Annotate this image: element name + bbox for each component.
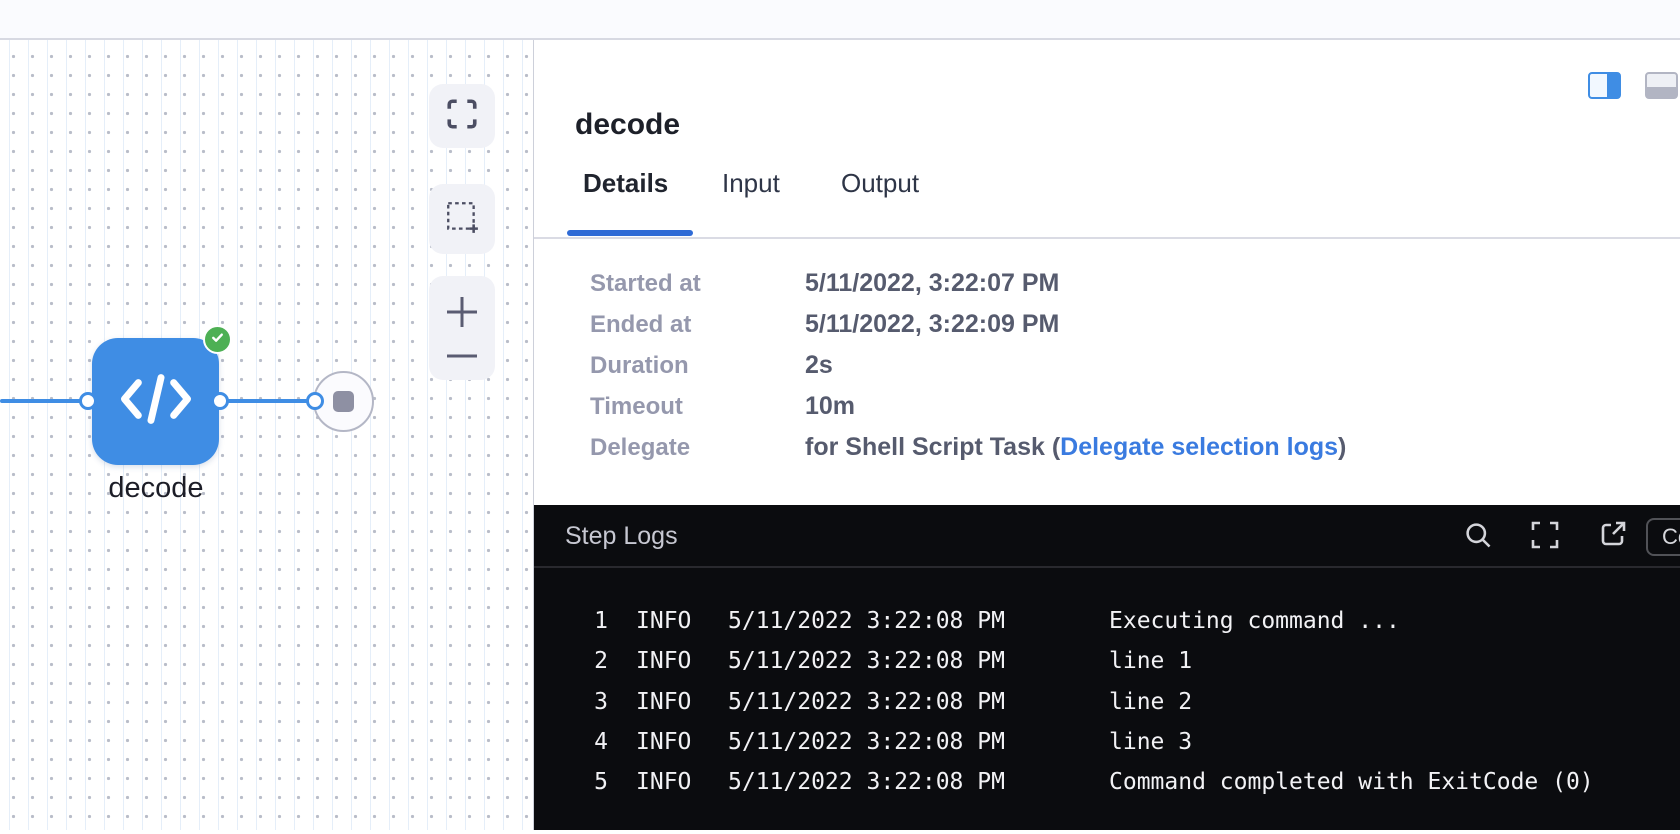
- detail-label: Started at: [590, 270, 805, 298]
- detail-value: 10m: [805, 392, 855, 420]
- step-logs-console: Step Logs: [534, 505, 1680, 830]
- canvas-fullscreen-button[interactable]: [429, 84, 495, 148]
- fullscreen-icon: [445, 97, 479, 136]
- edge-incoming: [0, 399, 84, 403]
- detail-row-delegate: Delegatefor Shell Script Task (Delegate …: [590, 433, 1346, 467]
- edge-outgoing: [227, 399, 315, 403]
- log-timestamp: 5/11/2022 3:22:08 PM: [728, 729, 1005, 755]
- end-node-port: [306, 392, 324, 410]
- active-tab-underline: [567, 230, 693, 236]
- tab-input[interactable]: Input: [722, 168, 780, 199]
- step-details-panel: decode Details Input Output Started at5/…: [534, 40, 1680, 830]
- tabbar-border: [534, 237, 1680, 239]
- tab-details[interactable]: Details: [583, 168, 668, 199]
- log-line: 3 INFO 5/11/2022 3:22:08 PM line 2: [534, 689, 1680, 725]
- tab-output[interactable]: Output: [841, 168, 919, 199]
- console-view-button[interactable]: Co: [1646, 518, 1680, 556]
- log-level: INFO: [636, 769, 691, 795]
- log-line: 5 INFO 5/11/2022 3:22:08 PM Command complet…: [534, 769, 1680, 805]
- log-line-number: 5: [574, 769, 608, 795]
- log-open-new-window-button[interactable]: [1596, 519, 1630, 553]
- log-line-number: 1: [574, 608, 608, 634]
- detail-row-duration: Duration2s: [590, 351, 833, 385]
- log-timestamp: 5/11/2022 3:22:08 PM: [728, 608, 1005, 634]
- log-timestamp: 5/11/2022 3:22:08 PM: [728, 689, 1005, 715]
- node-port-right: [211, 392, 229, 410]
- detail-value: 5/11/2022, 3:22:07 PM: [805, 269, 1059, 297]
- top-bar: [0, 0, 1680, 40]
- log-line: 4 INFO 5/11/2022 3:22:08 PM line 3: [534, 729, 1680, 765]
- code-icon: [117, 370, 195, 433]
- detail-label: Duration: [590, 352, 805, 380]
- detail-label: Timeout: [590, 393, 805, 421]
- log-message: Executing command ...: [1109, 608, 1400, 634]
- step-logs-title: Step Logs: [565, 505, 678, 568]
- log-line: 2 INFO 5/11/2022 3:22:08 PM line 1: [534, 648, 1680, 684]
- check-icon: [209, 329, 226, 351]
- zoom-in-button[interactable]: [443, 293, 481, 331]
- log-line-number: 4: [574, 729, 608, 755]
- log-line: 1 INFO 5/11/2022 3:22:08 PM Executing comma…: [534, 608, 1680, 644]
- open-in-new-icon: [1597, 518, 1629, 555]
- stop-icon: [333, 391, 354, 412]
- split-right-icon[interactable]: [1588, 72, 1621, 99]
- split-bottom-icon[interactable]: [1645, 72, 1678, 99]
- log-message: Command completed with ExitCode (0): [1109, 769, 1594, 795]
- delegate-value-prefix: for Shell Script Task (: [805, 433, 1060, 461]
- log-message: line 1: [1109, 648, 1192, 674]
- detail-value: 5/11/2022, 3:22:09 PM: [805, 310, 1059, 338]
- log-line-number: 3: [574, 689, 608, 715]
- zoom-controls: [429, 276, 495, 380]
- detail-row-ended-at: Ended at5/11/2022, 3:22:09 PM: [590, 310, 1059, 344]
- log-expand-button[interactable]: [1528, 520, 1562, 554]
- detail-label: Ended at: [590, 311, 805, 339]
- log-search-button[interactable]: [1462, 521, 1494, 553]
- detail-label: Delegate: [590, 434, 805, 462]
- pipeline-canvas[interactable]: decode: [0, 40, 533, 830]
- expand-icon: [1529, 519, 1561, 556]
- canvas-marquee-select-button[interactable]: [429, 184, 495, 254]
- success-badge: [203, 325, 232, 354]
- log-level: INFO: [636, 608, 691, 634]
- step-node-decode[interactable]: [92, 338, 219, 465]
- detail-value: 2s: [805, 351, 833, 379]
- delegate-selection-logs-link[interactable]: Delegate selection logs: [1060, 433, 1338, 461]
- log-timestamp: 5/11/2022 3:22:08 PM: [728, 648, 1005, 674]
- marquee-select-icon: [444, 199, 480, 240]
- delegate-value-suffix: ): [1338, 433, 1346, 461]
- search-icon: [1463, 520, 1493, 555]
- log-line-number: 2: [574, 648, 608, 674]
- step-logs-header: Step Logs: [534, 505, 1680, 568]
- zoom-out-button[interactable]: [443, 349, 481, 363]
- node-port-left: [79, 392, 97, 410]
- detail-row-started-at: Started at5/11/2022, 3:22:07 PM: [590, 269, 1059, 303]
- log-level: INFO: [636, 689, 691, 715]
- detail-row-timeout: Timeout10m: [590, 392, 855, 426]
- log-timestamp: 5/11/2022 3:22:08 PM: [728, 769, 1005, 795]
- log-level: INFO: [636, 648, 691, 674]
- node-label: decode: [42, 472, 270, 505]
- page-title: decode: [575, 108, 680, 142]
- log-message: line 2: [1109, 689, 1192, 715]
- log-message: line 3: [1109, 729, 1192, 755]
- log-level: INFO: [636, 729, 691, 755]
